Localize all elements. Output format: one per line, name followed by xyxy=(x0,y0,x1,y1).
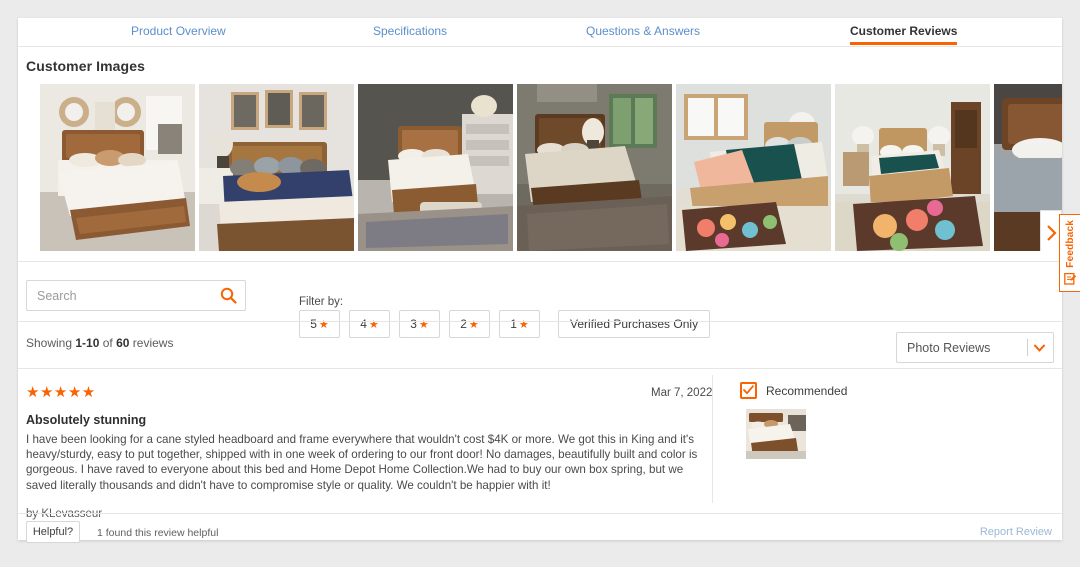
product-tab-bar: Product Overview Specifications Question… xyxy=(18,18,1062,47)
search-icon[interactable] xyxy=(220,287,237,304)
gallery-thumbnail[interactable] xyxy=(835,84,990,251)
showing-middle: of xyxy=(99,336,117,350)
review-date: Mar 7, 2022 xyxy=(651,387,713,399)
sort-separator xyxy=(1027,339,1028,356)
showing-prefix: Showing xyxy=(26,336,76,350)
review-rating-stars: ★★★★★ xyxy=(26,384,96,401)
bedroom-photo-icon xyxy=(199,84,354,251)
feedback-label: Feedback xyxy=(1064,220,1076,268)
showing-total: 60 xyxy=(116,336,130,350)
report-review-link[interactable]: Report Review xyxy=(980,526,1052,538)
gallery-thumbnail[interactable] xyxy=(40,84,195,251)
tab-label: Specifications xyxy=(373,24,448,38)
bedroom-photo-icon xyxy=(676,84,831,251)
review-photo-thumbnail[interactable] xyxy=(746,409,806,459)
gallery-thumbnail[interactable] xyxy=(358,84,513,251)
helpful-label: Helpful? xyxy=(32,526,74,538)
review-side-panel: Recommended xyxy=(721,369,1062,508)
filter-by-label: Filter by: xyxy=(299,296,344,308)
tab-label: Customer Reviews xyxy=(850,24,958,38)
showing-range: 1-10 xyxy=(75,336,100,350)
showing-count-text: Showing 1-10 of 60 reviews xyxy=(26,336,173,350)
check-icon xyxy=(743,385,754,395)
showing-suffix: reviews xyxy=(129,336,174,350)
chevron-right-icon xyxy=(1046,225,1057,241)
search-input[interactable] xyxy=(37,281,212,310)
recommended-label: Recommended xyxy=(766,383,848,398)
reviews-card: Product Overview Specifications Question… xyxy=(18,18,1062,543)
bedroom-photo-icon xyxy=(517,84,672,251)
review-body: I have been looking for a cane styled he… xyxy=(26,433,698,492)
feedback-tab[interactable]: Feedback xyxy=(1059,214,1080,292)
tab-label: Questions & Answers xyxy=(586,24,701,38)
page-root: Product Overview Specifications Question… xyxy=(0,0,1080,567)
tab-questions-answers[interactable]: Questions & Answers xyxy=(586,24,700,38)
tab-specifications[interactable]: Specifications xyxy=(373,24,447,38)
review-main: ★★★★★ Mar 7, 2022 Absolutely stunning I … xyxy=(18,369,713,520)
gallery-thumbnail[interactable] xyxy=(199,84,354,251)
bedroom-photo-icon xyxy=(746,409,806,459)
review-title: Absolutely stunning xyxy=(26,413,147,427)
bedroom-photo-icon xyxy=(835,84,990,251)
tab-label: Product Overview xyxy=(131,24,226,38)
sort-dropdown[interactable]: Photo Reviews xyxy=(896,332,1054,363)
helpful-count-text: 1 found this review helpful xyxy=(97,527,219,539)
sort-value: Photo Reviews xyxy=(907,341,991,355)
feedback-form-icon xyxy=(1063,272,1076,285)
tab-active-underline xyxy=(850,42,958,45)
gallery-thumbnail[interactable] xyxy=(517,84,672,251)
gallery-thumbnail[interactable] xyxy=(676,84,831,251)
customer-images-title: Customer Images xyxy=(26,58,145,74)
recommended-checkbox xyxy=(740,382,757,399)
review-item: ★★★★★ Mar 7, 2022 Absolutely stunning I … xyxy=(18,368,1062,520)
chevron-down-icon xyxy=(1034,344,1045,352)
tab-customer-reviews[interactable]: Customer Reviews xyxy=(850,24,958,45)
helpful-button[interactable]: Helpful? xyxy=(26,521,80,543)
customer-images-gallery[interactable] xyxy=(26,84,1062,251)
bedroom-photo-icon xyxy=(358,84,513,251)
search-box[interactable] xyxy=(26,280,246,311)
review-footer: Helpful? 1 found this review helpful Rep… xyxy=(18,513,1062,543)
tab-product-overview[interactable]: Product Overview xyxy=(131,24,226,38)
bedroom-photo-icon xyxy=(40,84,195,251)
recommended-row: Recommended xyxy=(740,382,847,399)
review-vertical-divider xyxy=(712,375,713,503)
